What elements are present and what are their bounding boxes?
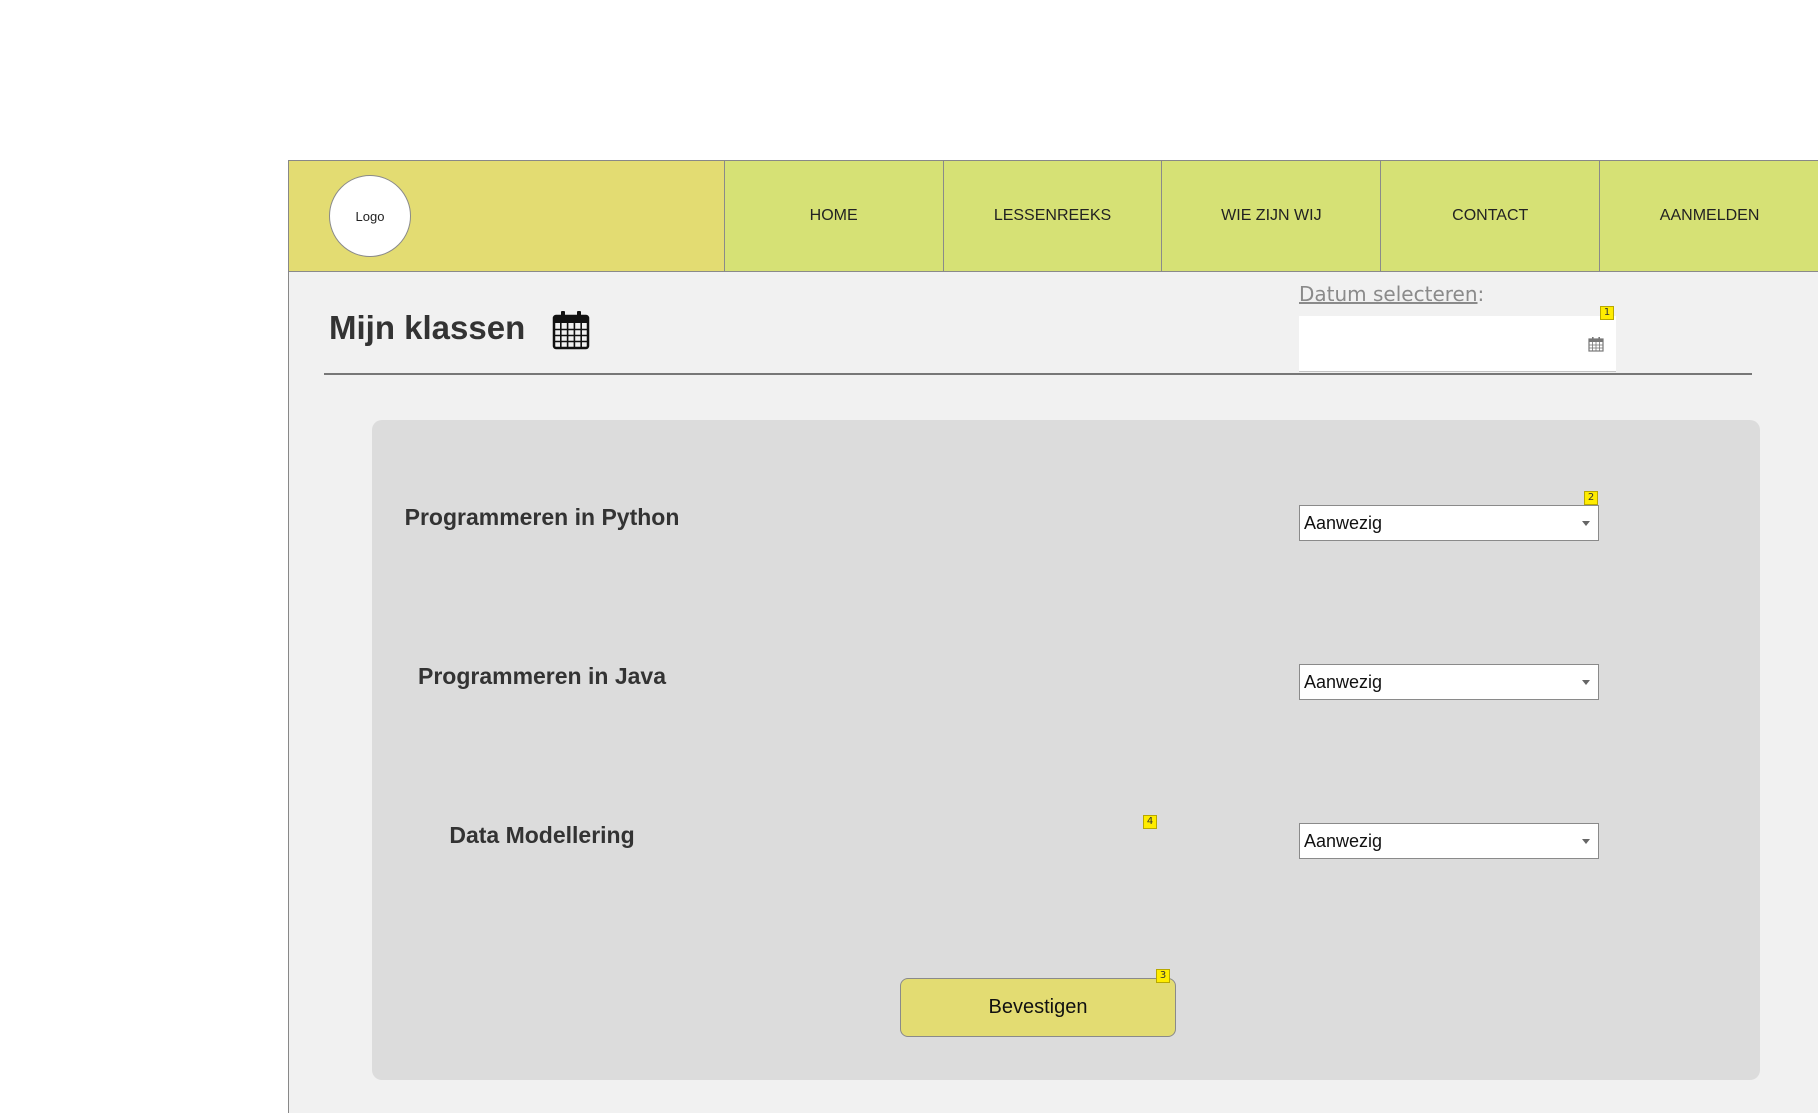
nav-lessenreeks[interactable]: LESSENREEKS <box>943 161 1163 271</box>
attendance-value: Aanwezig <box>1304 830 1383 851</box>
nav-home[interactable]: HOME <box>724 161 944 271</box>
attendance-value: Aanwezig <box>1304 671 1383 692</box>
annotation-badge: 2 <box>1584 491 1598 505</box>
logo[interactable]: Logo <box>329 175 411 257</box>
calendar-icon[interactable] <box>552 310 590 350</box>
attendance-select[interactable]: Aanwezig <box>1299 505 1599 541</box>
page-title: Mijn klassen <box>329 309 526 346</box>
date-input[interactable] <box>1299 316 1589 368</box>
attendance-select[interactable]: Aanwezig <box>1299 823 1599 859</box>
annotation-badge: 4 <box>1143 815 1157 829</box>
course-name: Data Modellering <box>449 822 635 848</box>
nav-wie-zijn-wij-label: WIE ZIJN WIJ <box>1221 207 1322 224</box>
nav-contact[interactable]: CONTACT <box>1381 161 1601 271</box>
course-name: Programmeren in Java <box>417 663 666 689</box>
date-label-text: Datum selecteren <box>1299 282 1478 306</box>
calendar-icon[interactable] <box>1588 336 1604 352</box>
classes-panel: Programmeren in Python Aanwezig 2 Progra… <box>372 420 1760 1080</box>
nav-contact-label: CONTACT <box>1452 207 1529 224</box>
date-label: Datum selecteren: <box>1299 282 1484 306</box>
date-label-colon: : <box>1477 282 1485 306</box>
chevron-down-icon <box>1582 680 1590 685</box>
nav-home-label: HOME <box>809 207 858 224</box>
annotation-badge: 1 <box>1600 306 1614 320</box>
logo-text: Logo <box>355 208 385 224</box>
app-frame: Logo HOME LESSENREEKS WIE ZIJN WIJ CONTA… <box>288 160 1818 1113</box>
divider <box>324 373 1752 375</box>
nav-aanmelden-label: AANMELDEN <box>1659 207 1760 224</box>
annotation-badge: 3 <box>1156 969 1170 983</box>
attendance-select[interactable]: Aanwezig <box>1299 664 1599 700</box>
logo-area: Logo <box>289 161 725 271</box>
nav-lessenreeks-label: LESSENREEKS <box>993 207 1112 224</box>
nav-wie-zijn-wij[interactable]: WIE ZIJN WIJ <box>1162 161 1382 271</box>
confirm-button[interactable]: Bevestigen <box>900 978 1176 1037</box>
course-name: Programmeren in Python <box>404 504 680 530</box>
date-picker[interactable] <box>1299 316 1616 372</box>
chevron-down-icon <box>1582 521 1590 526</box>
chevron-down-icon <box>1582 839 1590 844</box>
nav-aanmelden[interactable]: AANMELDEN <box>1600 161 1818 271</box>
header: Logo HOME LESSENREEKS WIE ZIJN WIJ CONTA… <box>289 161 1818 272</box>
attendance-value: Aanwezig <box>1304 512 1383 533</box>
